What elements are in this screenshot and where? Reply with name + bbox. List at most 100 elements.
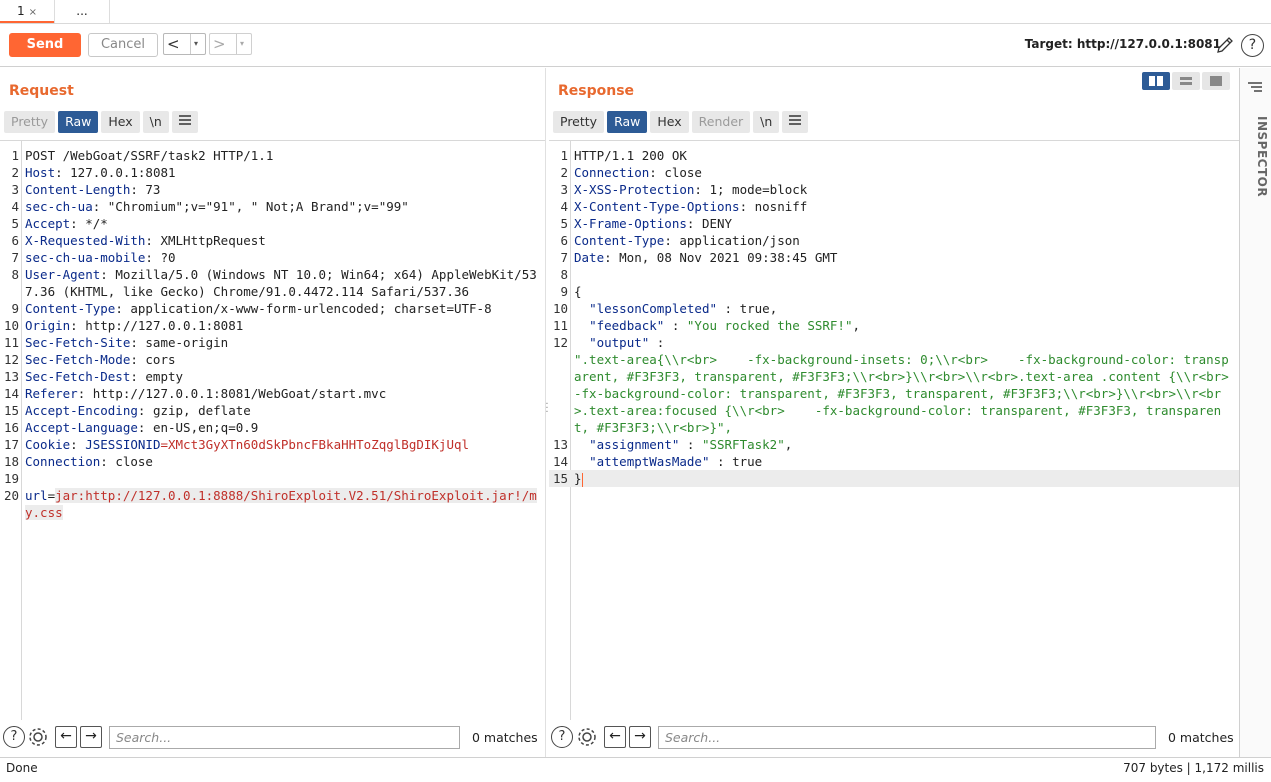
menu-icon[interactable] — [782, 111, 809, 133]
json-value: true — [739, 301, 770, 316]
layout-stacked-icon[interactable] — [1172, 72, 1200, 90]
header-name: X-Frame-Options — [574, 216, 687, 231]
header-value: : */* — [70, 216, 108, 231]
line-number: 18 — [3, 454, 19, 469]
send-button[interactable]: Send — [9, 33, 81, 57]
header-value: : XMLHttpRequest — [145, 233, 266, 248]
code-line: 10 Origin: http://127.0.0.1:8081 — [0, 317, 545, 334]
caret-down-icon[interactable]: ▾ — [190, 34, 198, 54]
request-panel: Request Pretty Raw Hex \n 1 POST /WebGoat… — [0, 68, 545, 757]
tab-new-label: ... — [76, 4, 88, 18]
header-value: : — [70, 437, 86, 452]
code-line: 6 X-Requested-With: XMLHttpRequest — [0, 232, 545, 249]
line-number: 9 — [560, 284, 568, 299]
line-number: 2 — [560, 165, 568, 180]
line-number: 8 — [560, 267, 568, 282]
help-icon[interactable]: ? — [1241, 34, 1264, 57]
line-number: 7 — [560, 250, 568, 265]
tab-render[interactable]: Render — [691, 111, 751, 133]
tab-raw[interactable]: Raw — [58, 111, 99, 133]
arrow-right-icon[interactable]: → — [80, 726, 102, 748]
json-value: ".text-area{\\r<br> -fx-background-inset… — [574, 352, 1229, 435]
cancel-button[interactable]: Cancel — [88, 33, 158, 57]
code-line: 5 X-Frame-Options: DENY — [549, 215, 1239, 232]
target-label: Target: http://127.0.0.1:8081 — [1024, 37, 1221, 51]
response-editor[interactable]: 1 HTTP/1.1 200 OK 2 Connection: close 3 X-XSS… — [549, 140, 1239, 720]
caret-down-icon[interactable]: ▾ — [236, 34, 244, 54]
layout-side-by-side-icon[interactable] — [1142, 72, 1170, 90]
header-name: Content-Type — [25, 301, 116, 316]
code-line: 11 Sec-Fetch-Site: same-origin — [0, 334, 545, 351]
header-name: Accept-Encoding — [25, 403, 138, 418]
tab-new[interactable]: ... — [54, 0, 110, 23]
line-content: sec-ch-ua: "Chromium";v="91", " Not;A Br… — [22, 198, 545, 215]
line-number: 15 — [3, 403, 19, 418]
search-input[interactable]: Search... — [109, 726, 460, 749]
line-content: Accept-Language: en-US,en;q=0.9 — [22, 419, 545, 436]
line-number: 20 — [3, 488, 19, 503]
pencil-icon[interactable] — [1215, 35, 1235, 55]
line-number: 6 — [11, 233, 19, 248]
json-key: "attemptWasMade" — [589, 454, 710, 469]
header-name: User-Agent — [25, 267, 101, 282]
json-key: "feedback" — [589, 318, 665, 333]
line-number: 12 — [3, 352, 19, 367]
tab-raw[interactable]: Raw — [607, 111, 648, 133]
arrow-right-icon[interactable]: → — [629, 726, 651, 748]
help-icon[interactable]: ? — [3, 726, 25, 748]
line-number: 5 — [560, 216, 568, 231]
line-content: Host: 127.0.0.1:8081 — [22, 164, 545, 181]
tab-hex[interactable]: Hex — [101, 111, 140, 133]
status-bar: Done 707 bytes | 1,172 millis — [0, 757, 1271, 782]
layout-tabs-icon[interactable] — [1202, 72, 1230, 90]
tab-bar: 1 × ... — [0, 0, 1271, 24]
code-line: 15 Accept-Encoding: gzip, deflate — [0, 402, 545, 419]
menu-icon[interactable] — [171, 111, 198, 133]
json-key: "assignment" — [589, 437, 680, 452]
tab-1[interactable]: 1 × — [0, 0, 54, 23]
header-value: : ?0 — [145, 250, 176, 265]
code-line: 16 Accept-Language: en-US,en;q=0.9 — [0, 419, 545, 436]
line-content: Sec-Fetch-Dest: empty — [22, 368, 545, 385]
code-line: 3 Content-Length: 73 — [0, 181, 545, 198]
tab-newline[interactable]: \n — [142, 111, 169, 133]
history-forward-button[interactable]: > ▾ — [209, 33, 252, 55]
close-icon[interactable]: × — [29, 7, 37, 18]
header-name: Content-Type — [574, 233, 665, 248]
header-value: : gzip, deflate — [137, 403, 251, 418]
inspector-menu-icon[interactable] — [1247, 80, 1263, 94]
toolbar: Send Cancel < ▾ > ▾ Target: http://127.0… — [0, 24, 1271, 67]
inspector-tab[interactable]: INSPECTOR — [1255, 116, 1269, 197]
gear-icon[interactable] — [27, 726, 49, 748]
search-input[interactable]: Search... — [658, 726, 1156, 749]
code-line: 13 "assignment" : "SSRFTask2", — [552, 437, 793, 452]
code-line: 15} — [549, 470, 1239, 487]
tab-newline[interactable]: \n — [753, 111, 780, 133]
tab-pretty[interactable]: Pretty — [553, 111, 605, 133]
code-line: 2 Host: 127.0.0.1:8081 — [0, 164, 545, 181]
line-number: 5 — [11, 216, 19, 231]
arrow-left-icon[interactable]: ← — [55, 726, 77, 748]
line-content: Sec-Fetch-Site: same-origin — [22, 334, 545, 351]
line-content: Content-Type: application/x-www-form-url… — [22, 300, 545, 317]
line-content: Cookie: JSESSIONID=XMct3GyXTn60dSkPbncFB… — [22, 436, 545, 453]
line-number: 13 — [3, 369, 19, 384]
line-content: Sec-Fetch-Mode: cors — [22, 351, 545, 368]
header-value: : en-US,en;q=0.9 — [137, 420, 259, 435]
header-name: Referer — [25, 386, 78, 401]
line-content: Connection: close — [22, 453, 545, 470]
help-icon[interactable]: ? — [551, 726, 573, 748]
request-title: Request — [9, 83, 74, 99]
code-line: 3 X-XSS-Protection: 1; mode=block — [549, 181, 1239, 198]
header-value: : cors — [130, 352, 176, 367]
tab-pretty[interactable]: Pretty — [4, 111, 56, 133]
tab-hex[interactable]: Hex — [650, 111, 689, 133]
gear-icon[interactable] — [576, 726, 598, 748]
line-content: Origin: http://127.0.0.1:8081 — [22, 317, 545, 334]
request-view-tabs: Pretty Raw Hex \n — [4, 111, 198, 133]
code-line: 20 url=jar:http://127.0.0.1:8888/ShiroExp… — [0, 487, 545, 521]
arrow-left-icon[interactable]: ← — [604, 726, 626, 748]
line-number: 16 — [3, 420, 19, 435]
request-editor[interactable]: 1 POST /WebGoat/SSRF/task2 HTTP/1.1 2 Host:… — [0, 140, 545, 720]
history-back-button[interactable]: < ▾ — [163, 33, 206, 55]
